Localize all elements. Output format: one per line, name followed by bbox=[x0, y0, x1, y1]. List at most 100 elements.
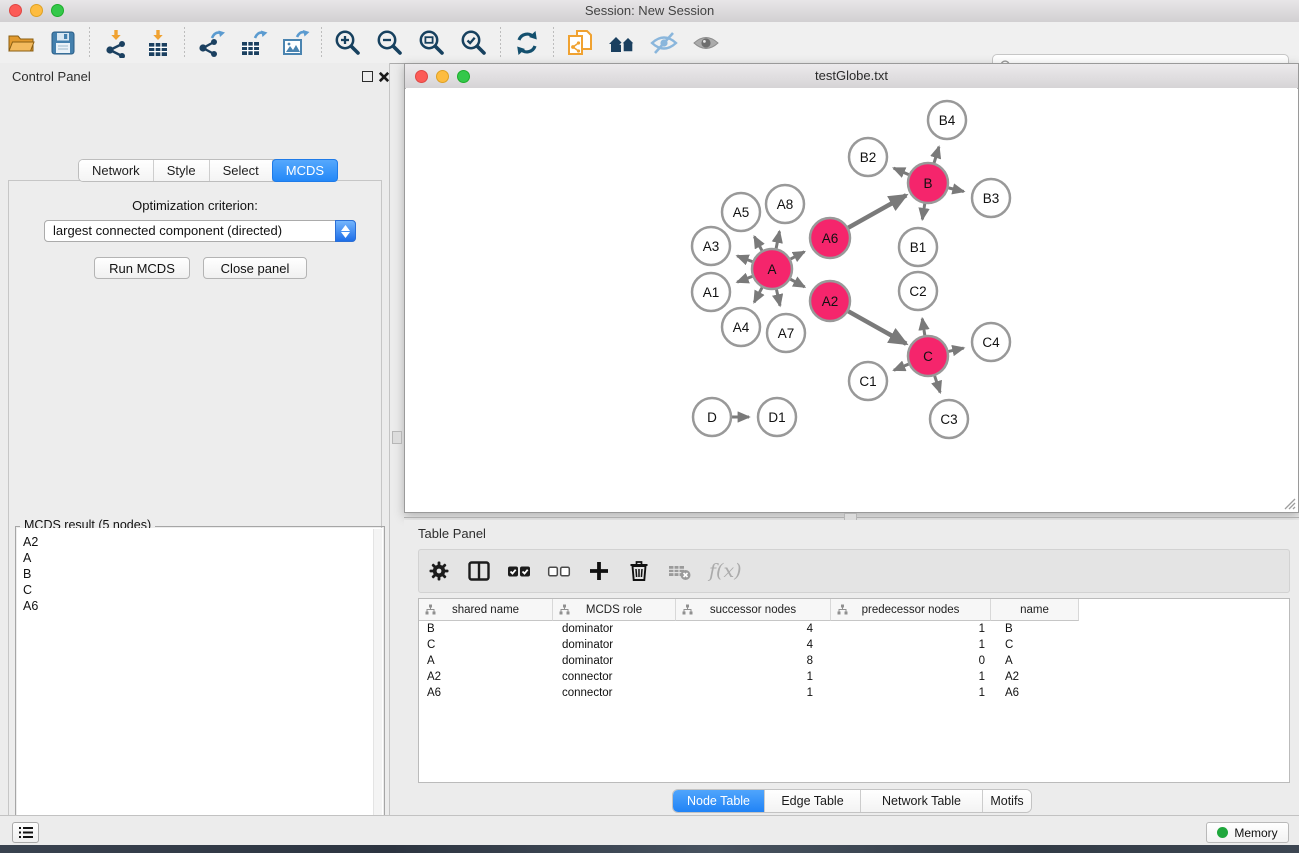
float-panel-icon[interactable] bbox=[362, 71, 373, 82]
network-node-A4[interactable]: A4 bbox=[722, 308, 760, 346]
criterion-dropdown[interactable]: largest connected component (directed) bbox=[44, 220, 356, 242]
tab-edge-table[interactable]: Edge Table bbox=[765, 790, 861, 812]
zoom-selected-icon[interactable] bbox=[459, 28, 489, 58]
show-columns-icon[interactable] bbox=[466, 558, 492, 584]
edge-C-C3[interactable] bbox=[935, 376, 941, 393]
delete-table-icon[interactable] bbox=[666, 558, 692, 584]
memory-button[interactable]: Memory bbox=[1206, 822, 1289, 843]
first-neighbors-icon[interactable] bbox=[607, 28, 637, 58]
tab-select[interactable]: Select bbox=[210, 160, 273, 181]
network-node-A1[interactable]: A1 bbox=[692, 273, 730, 311]
table-row[interactable]: A2connector 11 A2 bbox=[419, 669, 1289, 685]
export-network-icon[interactable] bbox=[196, 28, 226, 58]
edge-B-B3[interactable] bbox=[948, 188, 963, 192]
network-node-B2[interactable]: B2 bbox=[849, 138, 887, 176]
network-node-A2[interactable]: A2 bbox=[810, 281, 850, 321]
edge-A-A5[interactable] bbox=[754, 237, 762, 251]
column-header-mcds-role[interactable]: MCDS role bbox=[553, 599, 676, 621]
result-item[interactable]: C bbox=[23, 582, 383, 598]
save-session-icon[interactable] bbox=[48, 28, 78, 58]
table-row[interactable]: Cdominator 41 C bbox=[419, 637, 1289, 653]
edge-A-A6[interactable] bbox=[791, 252, 805, 259]
network-node-C1[interactable]: C1 bbox=[849, 362, 887, 400]
tab-network[interactable]: Network bbox=[79, 160, 154, 181]
edge-A6-B[interactable] bbox=[848, 195, 906, 227]
network-node-C4[interactable]: C4 bbox=[972, 323, 1010, 361]
tab-style[interactable]: Style bbox=[154, 160, 210, 181]
result-item[interactable]: A2 bbox=[23, 534, 383, 550]
table-row[interactable]: Bdominator 41 B bbox=[419, 621, 1289, 637]
result-item[interactable]: A bbox=[23, 550, 383, 566]
network-node-A6[interactable]: A6 bbox=[810, 218, 850, 258]
network-node-A[interactable]: A bbox=[752, 249, 792, 289]
open-session-icon[interactable] bbox=[6, 28, 36, 58]
network-node-D[interactable]: D bbox=[693, 398, 731, 436]
table-settings-icon[interactable] bbox=[426, 558, 452, 584]
deselect-all-rows-icon[interactable] bbox=[546, 558, 572, 584]
network-node-B[interactable]: B bbox=[908, 163, 948, 203]
network-node-B4[interactable]: B4 bbox=[928, 101, 966, 139]
edge-A-A2[interactable] bbox=[790, 279, 804, 287]
edge-B-B1[interactable] bbox=[922, 204, 924, 220]
edge-B-B2[interactable] bbox=[894, 168, 909, 175]
import-table-icon[interactable] bbox=[143, 28, 173, 58]
edge-A-A1[interactable] bbox=[737, 276, 752, 282]
edge-A-A4[interactable] bbox=[754, 288, 762, 303]
column-header-predecessor-nodes[interactable]: predecessor nodes bbox=[831, 599, 991, 621]
column-header-successor-nodes[interactable]: successor nodes bbox=[676, 599, 831, 621]
edge-A-A8[interactable] bbox=[776, 231, 779, 248]
network-node-A7[interactable]: A7 bbox=[767, 314, 805, 352]
network-node-A5[interactable]: A5 bbox=[722, 193, 760, 231]
network-canvas[interactable]: B4 B2 B B3 A8A5 A6 B1 A3 A A1 C2 A2 A4A7 C4 C C1 C3 D D1 bbox=[406, 88, 1297, 511]
result-scrollbar[interactable] bbox=[373, 529, 382, 853]
column-header-shared-name[interactable]: shared name bbox=[419, 599, 553, 621]
network-node-B1[interactable]: B1 bbox=[899, 228, 937, 266]
add-column-icon[interactable] bbox=[586, 558, 612, 584]
edge-A-A3[interactable] bbox=[737, 256, 752, 262]
network-node-C[interactable]: C bbox=[908, 336, 948, 376]
edge-C-C1[interactable] bbox=[894, 364, 909, 370]
select-all-rows-icon[interactable] bbox=[506, 558, 532, 584]
vertical-splitter-handle[interactable] bbox=[392, 431, 402, 444]
table-row[interactable]: Adominator 80 A bbox=[419, 653, 1289, 669]
network-window-titlebar[interactable]: testGlobe.txt bbox=[405, 64, 1298, 89]
edge-B-B4[interactable] bbox=[934, 147, 939, 163]
task-history-button[interactable] bbox=[12, 822, 39, 843]
close-panel-icon[interactable] bbox=[378, 71, 390, 83]
network-node-D1[interactable]: D1 bbox=[758, 398, 796, 436]
delete-columns-icon[interactable] bbox=[626, 558, 652, 584]
refresh-icon[interactable] bbox=[512, 28, 542, 58]
resize-grip-icon[interactable] bbox=[1283, 497, 1296, 510]
hide-selected-icon[interactable] bbox=[649, 28, 679, 58]
tab-network-table[interactable]: Network Table bbox=[861, 790, 983, 812]
edge-A2-C[interactable] bbox=[848, 311, 906, 343]
zoom-fit-icon[interactable] bbox=[417, 28, 447, 58]
tab-mcds[interactable]: MCDS bbox=[272, 159, 338, 182]
tab-motifs[interactable]: Motifs bbox=[983, 790, 1031, 812]
export-table-icon[interactable] bbox=[238, 28, 268, 58]
function-builder-icon[interactable]: f(x) bbox=[709, 560, 742, 582]
edge-C-C4[interactable] bbox=[948, 348, 963, 351]
network-node-A3[interactable]: A3 bbox=[692, 227, 730, 265]
export-image-icon[interactable] bbox=[280, 28, 310, 58]
column-header-name[interactable]: name bbox=[991, 599, 1079, 621]
result-item[interactable]: B bbox=[23, 566, 383, 582]
network-node-A8[interactable]: A8 bbox=[766, 185, 804, 223]
edge-C-C2[interactable] bbox=[922, 319, 925, 336]
zoom-in-icon[interactable] bbox=[333, 28, 363, 58]
network-node-B3[interactable]: B3 bbox=[972, 179, 1010, 217]
table-row[interactable]: A6connector 11 A6 bbox=[419, 685, 1289, 701]
tab-node-table[interactable]: Node Table bbox=[673, 790, 765, 812]
result-item[interactable]: A6 bbox=[23, 598, 383, 614]
run-mcds-button[interactable]: Run MCDS bbox=[94, 257, 190, 279]
show-all-icon[interactable] bbox=[691, 28, 721, 58]
zoom-out-icon[interactable] bbox=[375, 28, 405, 58]
edge-A-A7[interactable] bbox=[776, 290, 780, 306]
import-network-icon[interactable] bbox=[101, 28, 131, 58]
mcds-result-list[interactable]: A2 A B C A6 bbox=[17, 528, 383, 853]
network-node-C2[interactable]: C2 bbox=[899, 272, 937, 310]
node-table[interactable]: shared name MCDS role successor nodes pr… bbox=[418, 598, 1290, 783]
close-panel-button[interactable]: Close panel bbox=[203, 257, 307, 279]
network-node-C3[interactable]: C3 bbox=[930, 400, 968, 438]
new-network-from-selection-icon[interactable] bbox=[565, 28, 595, 58]
